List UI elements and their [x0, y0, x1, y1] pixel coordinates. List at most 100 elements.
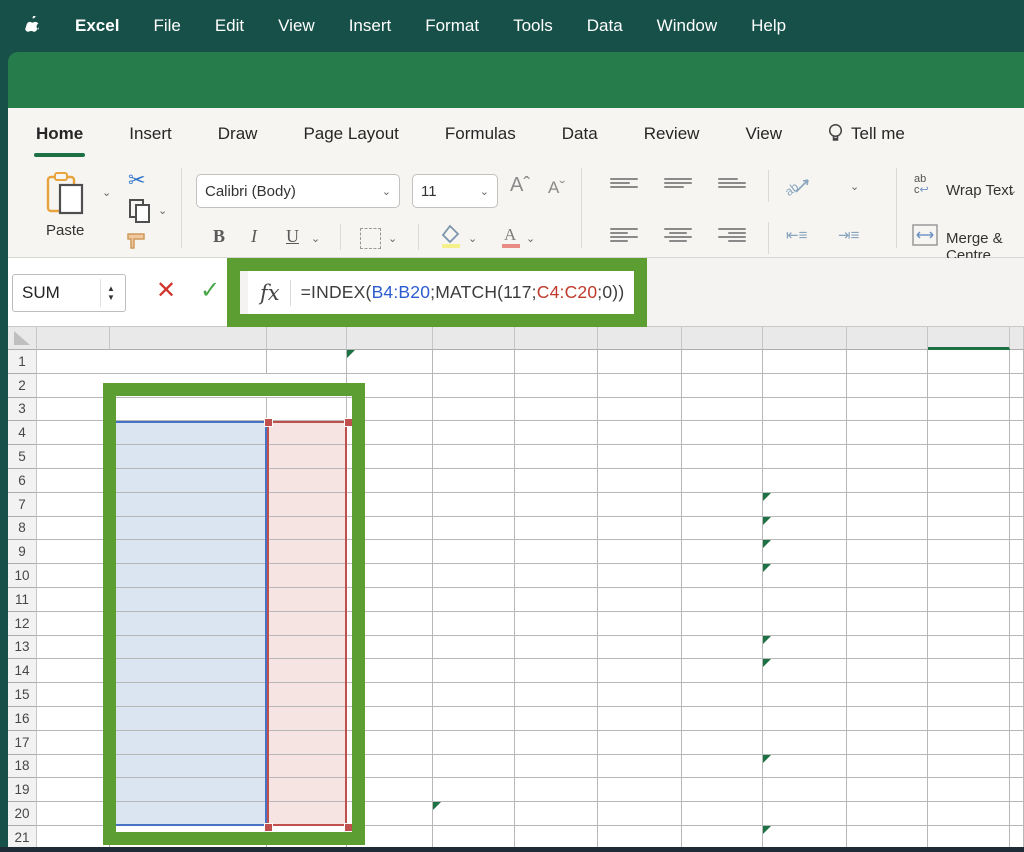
orientation-icon[interactable]: ab [786, 172, 814, 203]
row-header-1[interactable]: 1 [8, 350, 37, 374]
cell-D10[interactable] [347, 564, 433, 588]
cell-B16[interactable] [110, 707, 267, 731]
cell-D14[interactable] [347, 659, 433, 683]
cell-F17[interactable] [515, 731, 598, 755]
borders-icon[interactable] [360, 228, 381, 249]
cell-J8[interactable] [847, 517, 928, 541]
column-header-J[interactable] [847, 327, 928, 350]
increase-font-icon[interactable]: Aˆ [510, 174, 530, 197]
cell-r1[interactable] [682, 350, 763, 374]
cell-L11[interactable] [1010, 588, 1024, 612]
cell-C11[interactable] [267, 588, 347, 612]
fill-color-icon[interactable] [440, 224, 462, 253]
row-header-4[interactable]: 4 [8, 421, 37, 445]
cell-K10[interactable] [928, 564, 1010, 588]
name-box-stepper[interactable]: ▲▼ [100, 279, 121, 307]
cell-E17[interactable] [433, 731, 515, 755]
cell-H9[interactable] [682, 540, 763, 564]
cell-C18[interactable] [267, 755, 347, 779]
cell-F13[interactable] [515, 636, 598, 660]
cell-E13[interactable] [433, 636, 515, 660]
cell-C15[interactable] [267, 683, 347, 707]
cell-K19[interactable] [928, 778, 1010, 802]
cell-H16[interactable] [682, 707, 763, 731]
italic-button[interactable]: I [251, 226, 257, 247]
cell-A20[interactable] [37, 802, 110, 826]
cell-G16[interactable] [598, 707, 682, 731]
cell-F8[interactable] [515, 517, 598, 541]
cell-D5[interactable] [347, 445, 433, 469]
format-painter-icon[interactable] [126, 230, 152, 255]
fill-color-chevron-icon[interactable]: ⌄ [468, 232, 477, 245]
cell-A19[interactable] [37, 778, 110, 802]
cell-C5[interactable] [267, 445, 347, 469]
table-header-8[interactable] [682, 398, 763, 422]
formula-input[interactable]: fx =INDEX(B4:B20;MATCH(117;C4:C20;0)) [248, 271, 643, 314]
cell-J9[interactable] [847, 540, 928, 564]
font-size-select[interactable]: 11⌄ [412, 174, 498, 208]
cell-C1[interactable] [267, 350, 347, 374]
cut-icon[interactable]: ✂ [128, 168, 146, 193]
cell-B17[interactable] [110, 731, 267, 755]
cell-K16[interactable] [928, 707, 1010, 731]
cell-C10[interactable] [267, 564, 347, 588]
column-header-A[interactable] [37, 327, 110, 350]
cell-A13[interactable] [37, 636, 110, 660]
cell-G15[interactable] [598, 683, 682, 707]
copy-icon[interactable] [128, 198, 152, 229]
menu-help[interactable]: Help [751, 16, 786, 36]
cell-F4[interactable] [515, 421, 598, 445]
cell-I19[interactable] [763, 778, 847, 802]
cell-B19[interactable] [110, 778, 267, 802]
tab-view[interactable]: View [745, 124, 782, 144]
row-header-11[interactable]: 11 [8, 588, 37, 612]
cell-A6[interactable] [37, 469, 110, 493]
cell-G10[interactable] [598, 564, 682, 588]
cell-L5[interactable] [1010, 445, 1024, 469]
cell-F14[interactable] [515, 659, 598, 683]
cell-J11[interactable] [847, 588, 928, 612]
cell-J7[interactable] [847, 493, 928, 517]
cell-D18[interactable] [347, 755, 433, 779]
cell-I11[interactable] [763, 588, 847, 612]
cell-G19[interactable] [598, 778, 682, 802]
cell-L18[interactable] [1010, 755, 1024, 779]
row-header-8[interactable]: 8 [8, 517, 37, 541]
cell-K7[interactable] [928, 493, 1010, 517]
cell-E4[interactable] [433, 421, 515, 445]
cell-J19[interactable] [847, 778, 928, 802]
cell-H10[interactable] [682, 564, 763, 588]
table-header-9[interactable] [763, 398, 847, 422]
cell-K17[interactable] [928, 731, 1010, 755]
cell-H8[interactable] [682, 517, 763, 541]
cell-G4[interactable] [598, 421, 682, 445]
tab-page-layout[interactable]: Page Layout [303, 124, 398, 144]
cell-B20[interactable] [110, 802, 267, 826]
align-middle-icon[interactable] [664, 176, 692, 190]
cell-C7[interactable] [267, 493, 347, 517]
cell-r2[interactable] [763, 374, 847, 398]
row-header-6[interactable]: 6 [8, 469, 37, 493]
cell-A5[interactable] [37, 445, 110, 469]
cell-B9[interactable] [110, 540, 267, 564]
cell-L12[interactable] [1010, 612, 1024, 636]
orientation-chevron-icon[interactable]: ⌄ [850, 180, 859, 193]
align-center-icon[interactable] [664, 226, 692, 244]
cell-E19[interactable] [433, 778, 515, 802]
menu-insert[interactable]: Insert [349, 16, 392, 36]
column-header-K[interactable] [928, 327, 1010, 350]
decrease-font-icon[interactable]: Aˇ [548, 178, 565, 198]
cell-I15[interactable] [763, 683, 847, 707]
cell-K14[interactable] [928, 659, 1010, 683]
wrap-text-button[interactable]: Wrap Text [946, 182, 1013, 199]
cell-K9[interactable] [928, 540, 1010, 564]
cell-E15[interactable] [433, 683, 515, 707]
cell-B18[interactable] [110, 755, 267, 779]
cell-A9[interactable] [37, 540, 110, 564]
cell-D19[interactable] [347, 778, 433, 802]
cell-J12[interactable] [847, 612, 928, 636]
menu-window[interactable]: Window [657, 16, 717, 36]
row-header-9[interactable]: 9 [8, 540, 37, 564]
cell-B14[interactable] [110, 659, 267, 683]
column-header-F[interactable] [515, 327, 598, 350]
